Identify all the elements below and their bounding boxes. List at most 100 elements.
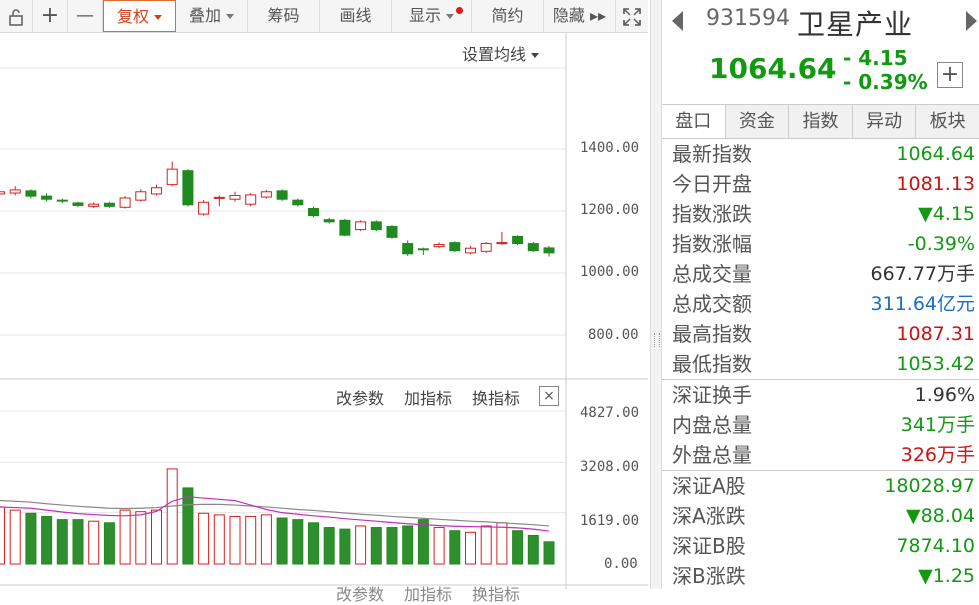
volume-bar — [25, 512, 37, 565]
volume-bar — [417, 519, 429, 565]
volume-tick-zero: 0.00 — [604, 556, 638, 572]
row-label: 内盘总量 — [672, 413, 752, 437]
row-value: 1081.13 — [896, 173, 975, 195]
row-value: 667.77万手 — [870, 263, 975, 285]
candle-body — [308, 208, 319, 217]
candle-body — [496, 242, 508, 245]
volume-bar — [229, 515, 241, 565]
candle-body — [41, 195, 53, 200]
edit-params-link-bottom[interactable]: 改参数 — [336, 581, 384, 605]
volume-bar — [166, 468, 178, 565]
switch-indicator-link-bottom[interactable]: 换指标 — [472, 581, 520, 605]
draw-line-button[interactable]: 画线 — [320, 0, 392, 32]
tab-funds[interactable]: 资金 — [726, 105, 790, 138]
kline-svg[interactable] — [0, 33, 648, 589]
row-value: ▼88.04 — [905, 505, 975, 527]
chips-button[interactable]: 筹码 — [248, 0, 320, 32]
close-indicator-button[interactable]: × — [539, 386, 559, 406]
candle-body — [323, 219, 335, 223]
fullscreen-button[interactable] — [616, 0, 648, 32]
tab-handicap[interactable]: 盘口 — [662, 105, 726, 138]
zoom-out-button[interactable]: — — [68, 0, 103, 32]
volume-bar — [402, 525, 414, 565]
row-value: ▼4.15 — [918, 203, 975, 225]
last-price: 1064.64 — [709, 52, 837, 85]
candle-body — [480, 243, 492, 252]
adjust-rights-dropdown[interactable]: 复权 — [103, 0, 176, 32]
overlay-label: 叠加 — [188, 6, 221, 25]
volume-bar — [198, 512, 210, 565]
row-value: ▼1.25 — [918, 565, 975, 587]
previous-arrow-icon[interactable] — [672, 11, 683, 31]
volume-bars-group — [0, 468, 555, 565]
volume-bar — [449, 530, 461, 565]
ma-settings-dropdown[interactable]: 设置均线 — [462, 41, 540, 65]
price-tick-1200: 1200.00 — [580, 202, 640, 218]
panel-splitter[interactable] — [650, 0, 662, 589]
hide-button[interactable]: 隐藏 ▸▸ — [544, 0, 616, 32]
candle-body — [370, 221, 382, 231]
quote-panel: 931594 卫星产业 1064.64 - 4.15 - 0.39% + 盘口 … — [662, 0, 979, 589]
row-label: 指数涨跌 — [672, 202, 752, 226]
candle-body — [339, 219, 351, 236]
volume-bar — [465, 531, 476, 565]
change-block: - 4.15 - 0.39% — [843, 46, 928, 94]
candle-body — [166, 168, 178, 186]
candle-body — [449, 242, 461, 252]
volume-bar — [496, 522, 508, 565]
row-label: 深证A股 — [672, 474, 746, 498]
volume-bar — [512, 530, 524, 565]
volume-bar — [292, 519, 304, 565]
edit-params-link[interactable]: 改参数 — [336, 385, 384, 409]
volume-bar — [213, 514, 225, 565]
candle-body — [260, 191, 272, 198]
splitter-grip-icon[interactable] — [654, 333, 660, 347]
candle-body — [88, 203, 100, 207]
volume-bar — [260, 514, 272, 565]
tab-anomaly[interactable]: 异动 — [853, 105, 917, 138]
volume-bar — [480, 525, 492, 565]
volume-bar — [88, 520, 100, 565]
volume-bar — [370, 527, 382, 565]
next-arrow-icon[interactable] — [966, 11, 977, 31]
volume-bar — [182, 487, 194, 565]
candle-body — [465, 247, 476, 254]
candle-body — [402, 243, 414, 255]
kline-chart[interactable]: 设置均线 1400.00 1200.00 1000.00 800.00 改参数 … — [0, 33, 648, 604]
add-indicator-link[interactable]: 加指标 — [404, 385, 452, 409]
volume-bar — [151, 509, 162, 565]
switch-indicator-link[interactable]: 换指标 — [472, 385, 520, 409]
candle-body — [417, 248, 429, 251]
candle-body — [151, 187, 162, 195]
candle-body — [229, 195, 241, 200]
adjust-rights-label: 复权 — [116, 7, 149, 26]
row-value: 1064.64 — [896, 143, 975, 165]
chart-grid — [0, 33, 648, 589]
chevron-down-icon — [446, 14, 454, 19]
candles-group — [0, 161, 555, 257]
add-to-watchlist-button[interactable]: + — [937, 62, 963, 88]
candle-body — [182, 170, 194, 206]
overlay-dropdown[interactable]: 叠加 — [176, 0, 248, 32]
tab-index[interactable]: 指数 — [789, 105, 853, 138]
percent-change: - 0.39% — [843, 70, 928, 94]
row-value: 1053.42 — [896, 353, 975, 375]
volume-bar — [276, 517, 288, 565]
add-indicator-link-bottom[interactable]: 加指标 — [404, 581, 452, 605]
volume-bar — [41, 515, 53, 565]
volume-bar — [308, 522, 319, 565]
row-value: 18028.97 — [884, 475, 975, 497]
display-dropdown[interactable]: 显示 — [392, 0, 472, 32]
volume-bar — [9, 509, 21, 565]
volume-tick-low: 1619.00 — [580, 513, 640, 529]
row-label: 深A涨跌 — [672, 504, 746, 528]
simple-button[interactable]: 简约 — [472, 0, 544, 32]
row-label: 总成交量 — [672, 262, 752, 286]
lock-button[interactable] — [0, 0, 33, 32]
notification-dot — [456, 7, 463, 14]
candle-body — [543, 247, 555, 254]
display-label: 显示 — [408, 6, 441, 25]
row-label: 最高指数 — [672, 322, 752, 346]
zoom-in-button[interactable]: + — [33, 0, 68, 32]
tab-sector[interactable]: 板块 — [916, 105, 979, 138]
